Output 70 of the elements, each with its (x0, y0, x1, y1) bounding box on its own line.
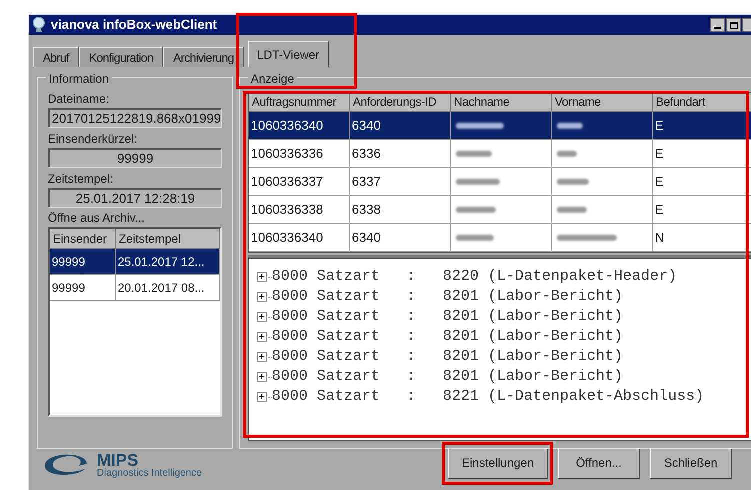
table-cell: 20.01.2017 08... (116, 275, 220, 300)
dialog-button[interactable]: Schließen (650, 448, 732, 478)
field-label: Zeitstempel: (48, 171, 114, 188)
readonly-field[interactable]: 25.01.2017 12:28:19 (48, 188, 222, 208)
logo-tagline: Diagnostics Intelligence (97, 468, 202, 478)
dialog-button[interactable]: Öffnen... (558, 448, 640, 478)
archive-label: Öffne aus Archiv... (48, 210, 146, 227)
field-label: Einsenderkürzel: (48, 131, 138, 148)
dialog-button[interactable]: Einstellungen (448, 448, 548, 478)
expand-icon[interactable] (257, 352, 268, 362)
table-cell-text: 1060336340 (251, 228, 324, 247)
table-cell: 99999 (50, 275, 116, 300)
blurred-text (456, 150, 492, 156)
expand-icon[interactable] (257, 272, 268, 282)
blurred-text (557, 206, 587, 212)
blurred-text (456, 122, 504, 128)
table-cell-text: 6338 (352, 200, 381, 219)
tree-item[interactable]: 8000 Satzart : 8201 (Labor-Bericht) (272, 306, 624, 328)
tab[interactable]: Archivierung (163, 47, 244, 67)
table-cell-text: E (655, 116, 664, 135)
table-cell-text: 6336 (352, 144, 381, 163)
table-row[interactable]: 1060336336 6336 E (249, 140, 751, 168)
archive-row[interactable]: 99999 25.01.2017 12... (50, 249, 220, 275)
table-cell-text: 1060336336 (251, 144, 324, 163)
readonly-field[interactable]: 20170125122819.868x01999 (48, 108, 222, 128)
readonly-field[interactable]: 99999 (48, 148, 222, 168)
tree-item[interactable]: 8000 Satzart : 8201 (Labor-Bericht) (272, 286, 624, 308)
archive-row[interactable]: 99999 20.01.2017 08... (50, 275, 220, 301)
table-cell-text: N (655, 228, 664, 247)
blurred-text (557, 150, 577, 156)
table-cell-text: 1060336337 (251, 172, 324, 191)
table-cell: 25.01.2017 12... (116, 249, 220, 274)
blurred-text (456, 206, 496, 212)
minimize-button[interactable] (710, 18, 725, 32)
table-cell-text: E (655, 200, 664, 219)
logo-name: MIPS (97, 452, 139, 468)
blurred-text (456, 178, 500, 184)
table-cell-text: 6340 (352, 116, 381, 135)
tab[interactable]: Konfiguration (79, 47, 164, 67)
blurred-text (557, 178, 589, 184)
expand-icon[interactable] (257, 392, 268, 402)
maximize-button[interactable] (726, 18, 741, 32)
table-row[interactable]: 1060336340 6340 N (249, 224, 751, 252)
blurred-text (456, 234, 494, 240)
tab[interactable]: LDT-Viewer (248, 41, 329, 67)
tree-item[interactable]: 8000 Satzart : 8201 (Labor-Bericht) (272, 366, 624, 388)
table-cell-text: 1060336338 (251, 200, 324, 219)
tree-item[interactable]: 8000 Satzart : 8221 (L-Datenpaket-Abschluss) (272, 386, 704, 408)
table-row[interactable]: 1060336338 6338 E (249, 196, 751, 224)
table-cell-text: 6340 (352, 228, 381, 247)
blurred-text (557, 122, 583, 128)
tree-item[interactable]: 8000 Satzart : 8201 (Labor-Bericht) (272, 346, 624, 368)
table-cell-text: E (655, 144, 664, 163)
table-cell-text: 6337 (352, 172, 381, 191)
table-cell-text: 1060336340 (251, 116, 324, 135)
globe-icon (32, 17, 46, 33)
expand-icon[interactable] (257, 332, 268, 342)
table-cell-text: E (655, 172, 664, 191)
table-row[interactable]: 1060336337 6337 E (249, 168, 751, 196)
tree-item[interactable]: 8000 Satzart : 8201 (Labor-Bericht) (272, 326, 624, 348)
window-title: vianova infoBox-webClient (51, 16, 218, 34)
blurred-text (557, 234, 617, 240)
tree-item[interactable]: 8000 Satzart : 8220 (L-Datenpaket-Header) (272, 266, 678, 288)
tab[interactable]: Abruf (33, 47, 80, 67)
table-cell: 99999 (50, 249, 116, 274)
expand-icon[interactable] (257, 292, 268, 302)
field-label: Dateiname: (48, 91, 110, 108)
expand-icon[interactable] (257, 312, 268, 322)
table-row[interactable]: 1060336340 6340 E (249, 112, 751, 140)
expand-icon[interactable] (257, 372, 268, 382)
